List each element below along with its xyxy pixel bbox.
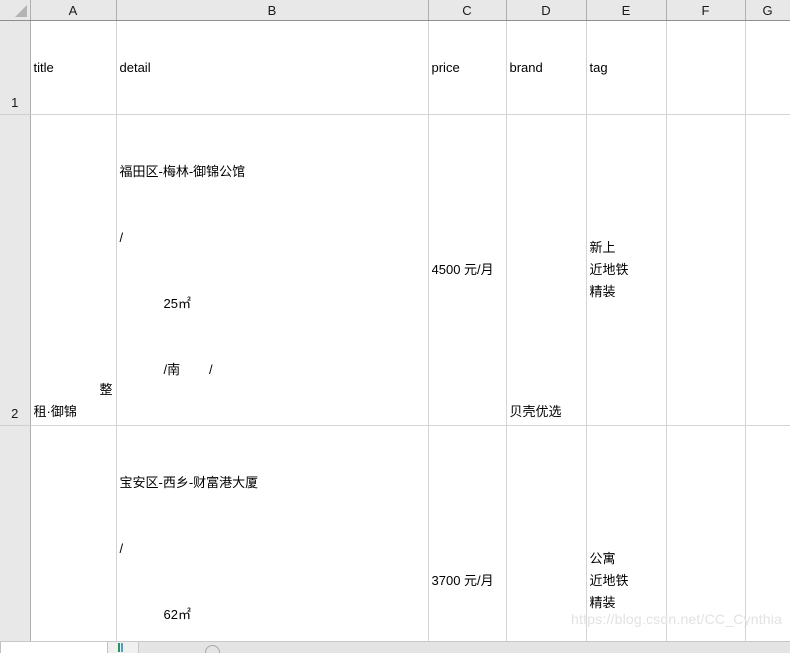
cell-e3-tag-1: 公寓 xyxy=(589,551,616,566)
cell-e3[interactable]: 公寓 近地铁 精装 xyxy=(586,425,667,653)
cell-b2[interactable]: 福田区-梅林-御锦公馆 / 25㎡ /南 / xyxy=(116,114,429,426)
cell-c3[interactable]: 3700 元/月 xyxy=(428,425,507,653)
cell-b3-line2: / xyxy=(119,541,124,556)
cell-b2-line1: 福田区-梅林-御锦公馆 xyxy=(119,164,246,179)
table-row: 3 整 租·财富 宝安区-西乡-财富港大厦 / 62㎡ /东南 / 3700 元… xyxy=(0,425,790,653)
cell-e2-tag-3: 精装 xyxy=(589,284,616,299)
cell-d2[interactable]: 贝壳优选 xyxy=(506,114,587,426)
cell-d1-text: brand xyxy=(509,59,543,75)
cell-d3[interactable]: 正诚物业 xyxy=(506,425,587,653)
cell-f2[interactable] xyxy=(666,114,746,426)
cell-c2[interactable]: 4500 元/月 xyxy=(428,114,507,426)
cell-b1[interactable]: detail xyxy=(116,20,429,115)
cell-d2-text: 贝壳优选 xyxy=(509,404,562,419)
select-all-triangle-icon xyxy=(14,5,27,17)
cell-e2-tags: 新上 近地铁 精装 xyxy=(590,237,663,303)
column-header-g[interactable]: G xyxy=(745,0,790,21)
cell-e3-tags: 公寓 近地铁 精装 xyxy=(590,548,663,614)
cell-b3-line1: 宝安区-西乡-财富港大厦 xyxy=(119,475,259,490)
cell-b2-line3: 25㎡ xyxy=(163,296,191,311)
column-header-e[interactable]: E xyxy=(586,0,667,21)
cell-a2-line2: 租·御锦 xyxy=(33,404,77,419)
cell-b3-line3: 62㎡ xyxy=(163,607,191,622)
sheet-nav-arrows-icon[interactable] xyxy=(118,643,132,653)
cell-e2-tag-2: 近地铁 xyxy=(589,262,629,277)
column-header-row: A B C D E F G xyxy=(0,0,790,21)
table-row: 1 title detail price brand tag xyxy=(0,20,790,115)
cell-e2-tag-1: 新上 xyxy=(589,240,616,255)
cell-a3[interactable]: 整 租·财富 xyxy=(30,425,117,653)
row-header-2[interactable]: 2 xyxy=(0,114,31,426)
cell-b3[interactable]: 宝安区-西乡-财富港大厦 / 62㎡ /东南 / xyxy=(116,425,429,653)
cell-a2-text: 整 租·御锦 xyxy=(34,379,113,425)
name-box[interactable] xyxy=(0,642,108,653)
cell-g2[interactable] xyxy=(745,114,790,426)
cell-a1[interactable]: title xyxy=(30,20,117,115)
cell-b1-text: detail xyxy=(119,59,151,75)
cell-e1[interactable]: tag xyxy=(586,20,667,115)
row-header-1[interactable]: 1 xyxy=(0,20,31,115)
cell-f3[interactable] xyxy=(666,425,746,653)
cell-e1-text: tag xyxy=(589,59,608,75)
cell-g1[interactable] xyxy=(745,20,790,115)
cell-b2-line2: / xyxy=(119,230,124,245)
sheet-tabs-area[interactable] xyxy=(138,642,790,653)
column-header-f[interactable]: F xyxy=(666,0,746,21)
cell-d1[interactable]: brand xyxy=(506,20,587,115)
cell-b3-text: 宝安区-西乡-财富港大厦 / 62㎡ /东南 / xyxy=(120,426,425,653)
table-row: 2 整 租·御锦 福田区-梅林-御锦公馆 / 25㎡ /南 / 4500 元/月 xyxy=(0,114,790,426)
column-header-b[interactable]: B xyxy=(116,0,429,21)
cell-e3-tag-2: 近地铁 xyxy=(589,573,629,588)
cell-a1-text: title xyxy=(33,59,54,75)
cell-a2[interactable]: 整 租·御锦 xyxy=(30,114,117,426)
add-sheet-icon[interactable] xyxy=(205,645,220,653)
cell-e2[interactable]: 新上 近地铁 精装 xyxy=(586,114,667,426)
cell-c1-text: price xyxy=(431,59,460,75)
column-header-a[interactable]: A xyxy=(30,0,117,21)
cell-b2-line4: /南 / xyxy=(163,362,213,377)
worksheet-grid[interactable]: A B C D E F G 1 title detail price brand xyxy=(0,0,790,653)
spreadsheet-window: A B C D E F G 1 title detail price brand xyxy=(0,0,790,653)
cell-c2-text: 4500 元/月 xyxy=(431,262,494,277)
row-header-3[interactable]: 3 xyxy=(0,425,31,653)
cell-g3[interactable] xyxy=(745,425,790,653)
cell-a2-line1: 整 xyxy=(99,382,113,397)
cell-b2-text: 福田区-梅林-御锦公馆 / 25㎡ /南 / xyxy=(120,115,425,425)
cell-c3-text: 3700 元/月 xyxy=(431,573,494,588)
column-header-d[interactable]: D xyxy=(506,0,587,21)
cell-c1[interactable]: price xyxy=(428,20,507,115)
cell-f1[interactable] xyxy=(666,20,746,115)
select-all-corner[interactable] xyxy=(0,0,31,21)
cell-e3-tag-3: 精装 xyxy=(589,595,616,610)
column-header-c[interactable]: C xyxy=(428,0,507,21)
sheet-tab-bar xyxy=(0,641,790,653)
